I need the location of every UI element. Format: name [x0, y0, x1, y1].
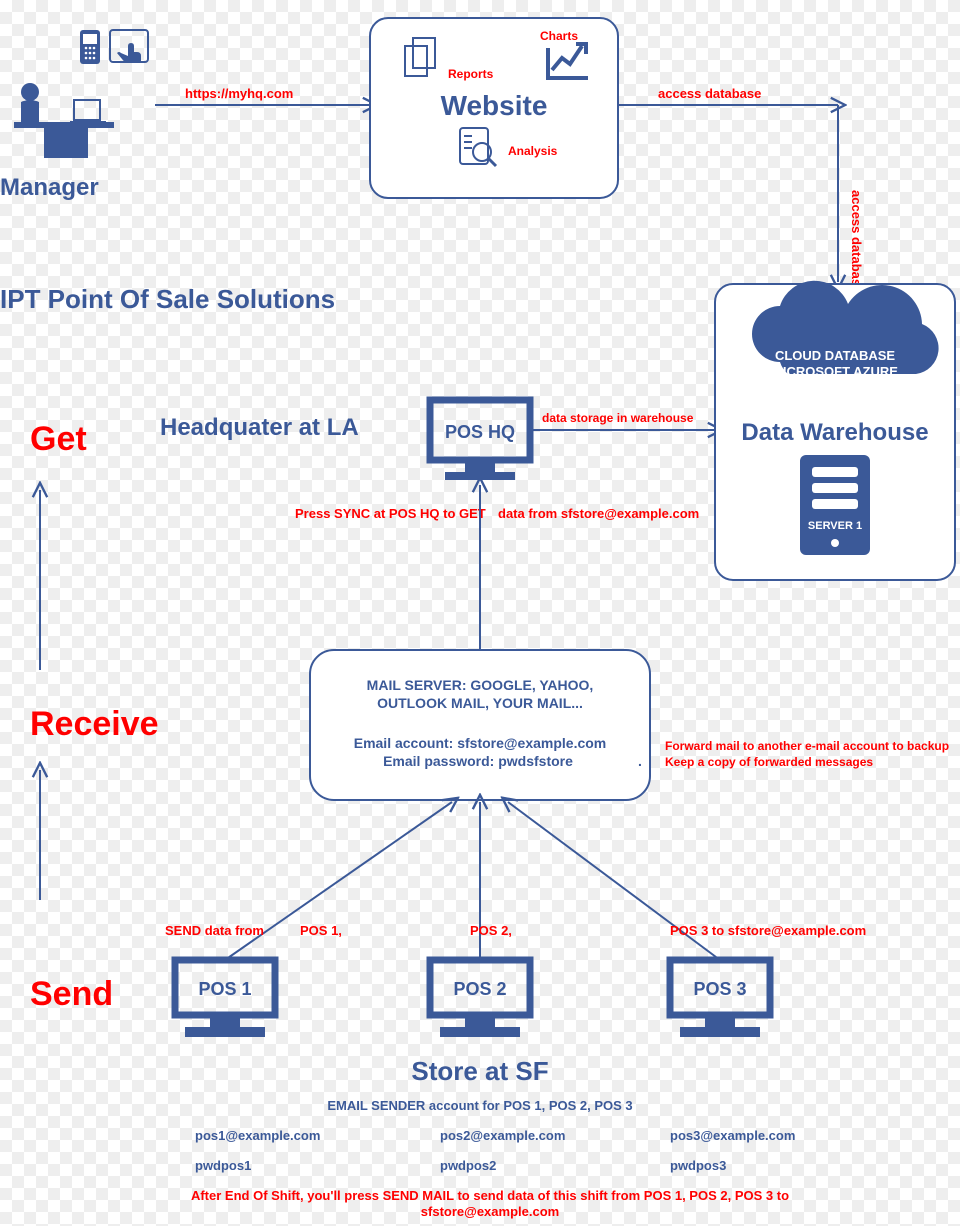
send-p1: POS 1, — [300, 923, 342, 938]
footer-note-1: After End Of Shift, you'll press SEND MA… — [191, 1188, 789, 1203]
access-db-down: access database — [849, 190, 864, 293]
manager-label: Manager — [0, 174, 99, 201]
access-db-right: access database — [658, 86, 761, 101]
pos1-label: POS 1 — [198, 979, 251, 999]
website-label: Website — [441, 90, 548, 121]
footer-header: EMAIL SENDER account for POS 1, POS 2, P… — [327, 1098, 632, 1113]
storage-arrow-label: data storage in warehouse — [542, 411, 694, 425]
warehouse-label: Data Warehouse — [741, 419, 928, 446]
server-label: SERVER 1 — [808, 520, 862, 532]
cloud-line1: CLOUD DATABASE — [775, 348, 895, 363]
hq-label: Headquater at LA — [160, 414, 359, 441]
mail-line1: MAIL SERVER: GOOGLE, YAHOO, — [367, 677, 594, 693]
send-p3: POS 3 to sfstore@example.com — [670, 923, 866, 938]
footer-email-1: pos1@example.com — [195, 1128, 320, 1143]
footer-pwd-1: pwdpos1 — [195, 1158, 251, 1173]
analysis-label: Analysis — [508, 144, 558, 158]
diagram-canvas: Manager https://myhq.com Reports Charts … — [0, 0, 960, 1226]
pos3-label: POS 3 — [693, 979, 746, 999]
forward-1: Forward mail to another e-mail account t… — [665, 739, 949, 753]
cloud-line2: MICROSOFT AZURE — [772, 364, 898, 379]
page-title: IPT Point Of Sale Solutions — [0, 284, 335, 314]
manager-icon — [14, 30, 148, 158]
footer-pwd-2: pwdpos2 — [440, 1158, 496, 1173]
pos-hq-label: POS HQ — [445, 422, 515, 442]
reports-label: Reports — [448, 67, 494, 81]
mail-dot: . — [638, 753, 642, 769]
pos2-label: POS 2 — [453, 979, 506, 999]
mail-line2: OUTLOOK MAIL, YOUR MAIL... — [377, 695, 583, 711]
footer-email-2: pos2@example.com — [440, 1128, 565, 1143]
sync-note-1: Press SYNC at POS HQ to GET — [295, 506, 486, 521]
manager-url: https://myhq.com — [185, 86, 293, 101]
footer-pwd-3: pwdpos3 — [670, 1158, 726, 1173]
mail-password: Email password: pwdsfstore — [383, 753, 573, 769]
footer-email-3: pos3@example.com — [670, 1128, 795, 1143]
sync-note-2: data from sfstore@example.com — [498, 506, 699, 521]
mail-account: Email account: sfstore@example.com — [354, 735, 607, 751]
step-send: Send — [30, 975, 113, 1013]
forward-2: Keep a copy of forwarded messages — [665, 755, 873, 769]
store-label: Store at SF — [411, 1056, 548, 1086]
mailserver-box — [310, 650, 650, 800]
send-p2: POS 2, — [470, 923, 512, 938]
footer-note-2: sfstore@example.com — [421, 1204, 559, 1219]
send-prefix: SEND data from — [165, 923, 264, 938]
charts-label: Charts — [540, 29, 578, 43]
step-get: Get — [30, 420, 87, 458]
step-receive: Receive — [30, 705, 159, 743]
server-icon — [800, 455, 870, 555]
